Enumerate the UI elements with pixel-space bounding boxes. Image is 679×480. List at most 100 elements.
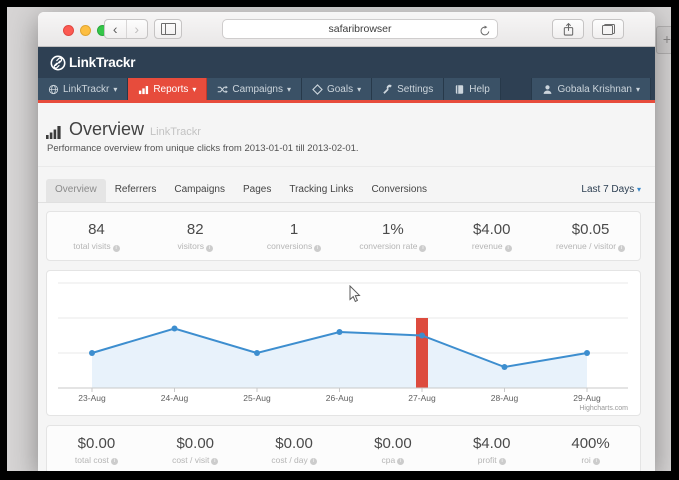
info-icon[interactable]: i xyxy=(505,245,512,252)
nav-item-campaigns[interactable]: Campaigns▾ xyxy=(207,78,302,100)
show-tabs-button[interactable] xyxy=(592,19,624,39)
reload-icon[interactable] xyxy=(479,24,491,36)
caret-down-icon: ▾ xyxy=(357,85,361,94)
linktrackr-logo-icon xyxy=(50,55,66,71)
stat-value: $4.00 xyxy=(442,221,541,238)
info-icon[interactable]: i xyxy=(211,458,218,465)
nav-item-label: Help xyxy=(469,84,490,95)
visits-chart[interactable]: 23-Aug24-Aug25-Aug26-Aug27-Aug28-Aug29-A… xyxy=(50,273,638,413)
stat-value: $0.05 xyxy=(541,221,640,238)
address-bar[interactable]: safaribrowser xyxy=(222,19,498,39)
data-point[interactable] xyxy=(337,329,343,335)
data-point[interactable] xyxy=(584,350,590,356)
minimize-button[interactable] xyxy=(80,25,91,36)
caret-down-icon: ▾ xyxy=(636,85,640,94)
stat-label: visitorsi xyxy=(146,241,245,252)
area-fill xyxy=(92,328,587,388)
stat-value: 84 xyxy=(47,221,146,238)
sidebar-icon xyxy=(161,23,176,35)
highcharts-credit[interactable]: Highcharts.com xyxy=(579,405,628,412)
close-button[interactable] xyxy=(63,25,74,36)
data-point[interactable] xyxy=(419,332,425,338)
stat-value: 400% xyxy=(541,435,640,452)
page-subtitle: Performance overview from unique clicks … xyxy=(47,143,641,154)
linktrackr-logo[interactable]: LinkTrackr xyxy=(50,55,135,71)
stat-label: conversionsi xyxy=(245,241,344,252)
tab-pages[interactable]: Pages xyxy=(234,179,280,202)
nav-item-label: Reports xyxy=(153,84,188,95)
info-icon[interactable]: i xyxy=(499,458,506,465)
info-icon[interactable]: i xyxy=(314,245,321,252)
share-button[interactable] xyxy=(552,19,584,39)
stat-label: conversion ratei xyxy=(343,241,442,252)
data-point[interactable] xyxy=(172,325,178,331)
stat-value: $0.00 xyxy=(245,435,344,452)
stat-label: cost / dayi xyxy=(245,455,344,466)
caret-down-icon: ▾ xyxy=(113,85,117,94)
stat-visitors: 82visitorsi xyxy=(146,221,245,252)
nav-item-label: Goals xyxy=(327,84,353,95)
info-icon[interactable]: i xyxy=(111,458,118,465)
data-point[interactable] xyxy=(254,350,260,356)
tab-overview[interactable]: Overview xyxy=(46,179,106,202)
stat-value: 1 xyxy=(245,221,344,238)
stat-cost-visit: $0.00cost / visiti xyxy=(146,435,245,466)
x-axis-label: 26-Aug xyxy=(326,393,354,403)
stat-label: roii xyxy=(541,455,640,466)
history-nav-group: ‹ › xyxy=(104,19,148,39)
bottom-stats-panel: $0.00total costi$0.00cost / visiti$0.00c… xyxy=(46,425,641,472)
stat-revenue: $4.00revenuei xyxy=(442,221,541,252)
overview-chart-icon xyxy=(46,124,63,139)
nav-item-goals[interactable]: Goals ▾ xyxy=(302,78,372,100)
period-dropdown[interactable]: Last 7 Days ▾ xyxy=(581,184,641,202)
info-icon[interactable]: i xyxy=(593,458,600,465)
new-tab-button[interactable]: + xyxy=(656,26,671,54)
conversion-column[interactable] xyxy=(416,318,428,388)
tab-tracking-links[interactable]: Tracking Links xyxy=(280,179,362,202)
nav-item-help[interactable]: Help xyxy=(444,78,501,100)
nav-item-settings[interactable]: Settings xyxy=(372,78,444,100)
top-stats-panel: 84total visitsi82visitorsi1conversionsi1… xyxy=(46,211,641,261)
info-icon[interactable]: i xyxy=(206,245,213,252)
stat-value: $0.00 xyxy=(47,435,146,452)
period-label: Last 7 Days xyxy=(581,184,634,195)
nav-item-linktrackr[interactable]: LinkTrackr▾ xyxy=(38,78,128,100)
tab-conversions[interactable]: Conversions xyxy=(362,179,436,202)
globe-icon xyxy=(48,84,59,95)
caret-down-icon: ▾ xyxy=(287,85,291,94)
back-button[interactable]: ‹ xyxy=(105,20,126,38)
stat-cpa: $0.00cpai xyxy=(343,435,442,466)
book-icon xyxy=(454,84,465,95)
info-icon[interactable]: i xyxy=(618,245,625,252)
stat-profit: $4.00 profiti xyxy=(442,435,541,466)
x-axis-label: 24-Aug xyxy=(161,393,189,403)
data-point[interactable] xyxy=(89,350,95,356)
info-icon[interactable]: i xyxy=(419,245,426,252)
nav-item-reports[interactable]: Reports▾ xyxy=(128,78,207,100)
user-menu[interactable]: Gobala Krishnan ▾ xyxy=(531,78,651,100)
stat-label: total costi xyxy=(47,455,146,466)
stat-value: $0.00 xyxy=(343,435,442,452)
window-controls xyxy=(63,25,108,36)
wrench-icon xyxy=(382,84,393,95)
tab-campaigns[interactable]: Campaigns xyxy=(165,179,234,202)
info-icon[interactable]: i xyxy=(397,458,404,465)
address-bar-text: safaribrowser xyxy=(223,20,497,38)
logo-text: LinkTrackr xyxy=(69,55,135,70)
mouse-cursor xyxy=(348,285,361,303)
stat-conversion-rate: 1%conversion ratei xyxy=(343,221,442,252)
info-icon[interactable]: i xyxy=(113,245,120,252)
browser-window: ‹ › safaribrowser xyxy=(38,12,655,471)
report-tabs: OverviewReferrersCampaignsPagesTracking … xyxy=(38,167,655,203)
stat-value: $4.00 xyxy=(442,435,541,452)
sidebar-toggle-button[interactable] xyxy=(154,19,182,39)
forward-button[interactable]: › xyxy=(126,20,148,38)
nav-spacer xyxy=(501,78,532,100)
user-icon xyxy=(542,84,553,95)
stat-label: profiti xyxy=(442,455,541,466)
tab-referrers[interactable]: Referrers xyxy=(106,179,166,202)
info-icon[interactable]: i xyxy=(310,458,317,465)
chart-panel: 23-Aug24-Aug25-Aug26-Aug27-Aug28-Aug29-A… xyxy=(46,270,641,416)
caret-down-icon: ▾ xyxy=(637,185,641,194)
data-point[interactable] xyxy=(502,364,508,370)
